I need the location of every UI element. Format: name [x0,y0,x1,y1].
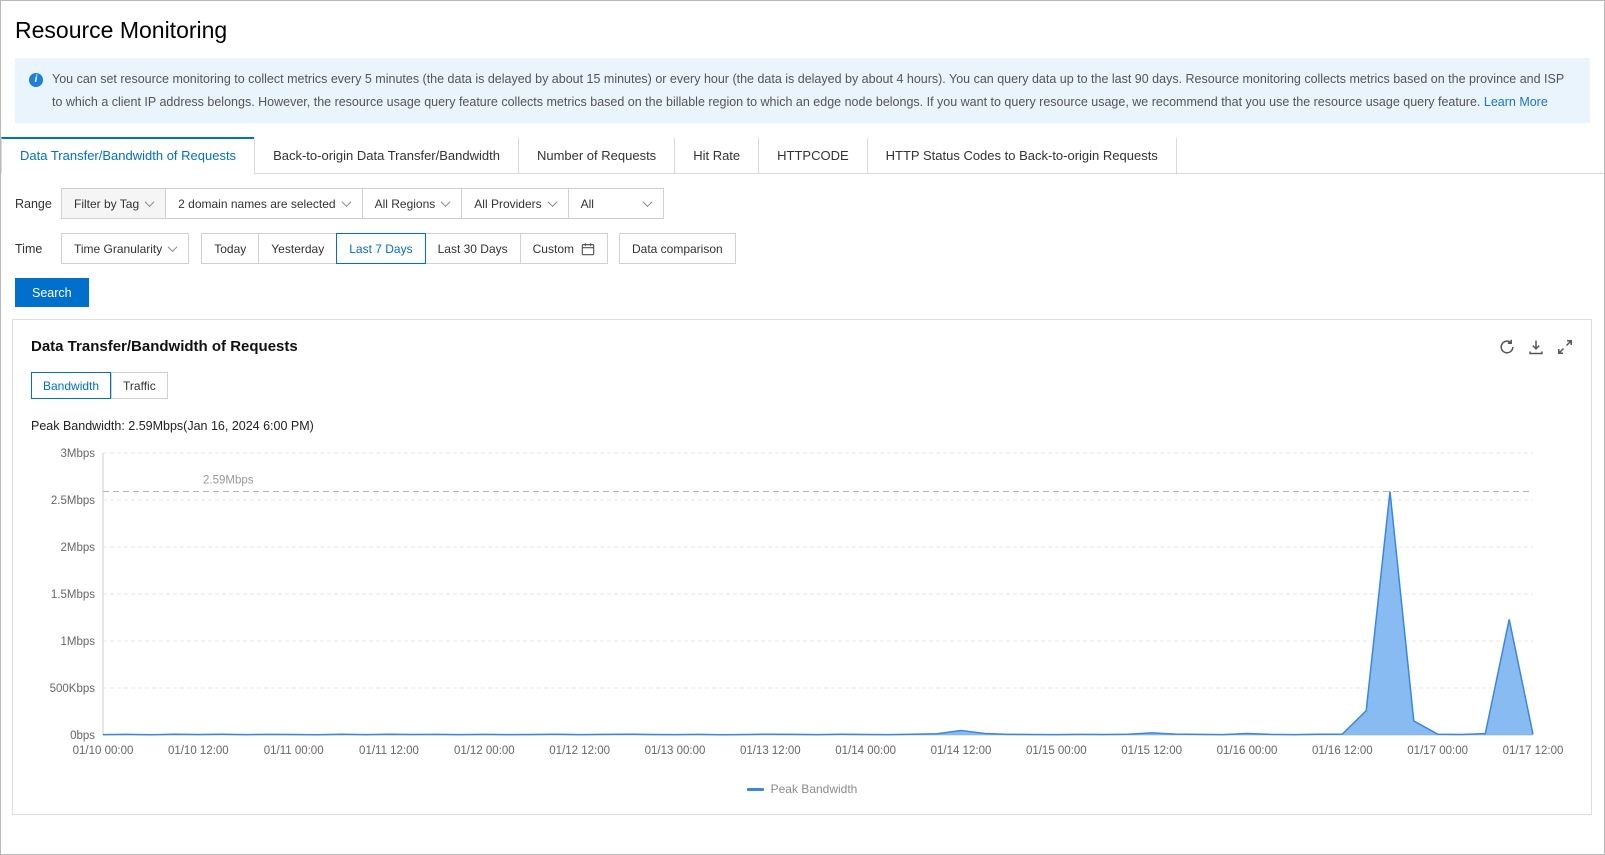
svg-text:01/10 00:00: 01/10 00:00 [73,745,134,757]
range-label: Range [15,196,52,211]
provider-select[interactable]: All Providers [461,188,569,219]
last-30-days-button[interactable]: Last 30 Days [424,233,521,264]
legend-line-marker [746,787,764,791]
page-title: Resource Monitoring [15,17,228,43]
traffic-toggle-button[interactable]: Traffic [111,372,168,399]
tab-back-to-origin[interactable]: Back-to-origin Data Transfer/Bandwidth [254,137,519,174]
data-comparison-button[interactable]: Data comparison [618,233,736,264]
time-range-segment: Today Yesterday Last 7 Days Last 30 Days Cus… [201,233,608,264]
chart-panel: Data Transfer/Bandwidth of Requests Band… [12,319,1592,815]
calendar-icon [581,242,595,255]
svg-text:01/12 00:00: 01/12 00:00 [454,745,515,757]
svg-text:01/11 12:00: 01/11 12:00 [359,745,419,757]
chevron-down-icon [144,197,155,208]
time-label: Time [15,241,43,256]
chevron-down-icon [547,197,558,208]
svg-text:01/17 00:00: 01/17 00:00 [1407,745,1468,757]
svg-text:01/15 12:00: 01/15 12:00 [1121,745,1182,757]
svg-text:01/16 00:00: 01/16 00:00 [1217,745,1278,757]
today-button[interactable]: Today [201,233,260,264]
svg-text:01/17 12:00: 01/17 12:00 [1503,745,1564,757]
chevron-down-icon [642,197,653,208]
svg-text:01/13 12:00: 01/13 12:00 [740,745,801,757]
region-select[interactable]: All Regions [361,188,463,219]
time-row: Time Time Granularity Today Yesterday Last… [1,219,1604,264]
region-select-label: All Regions [374,196,436,211]
svg-text:0bps: 0bps [70,730,95,742]
download-icon[interactable] [1528,339,1544,355]
svg-text:01/15 00:00: 01/15 00:00 [1026,745,1087,757]
range-controls: Filter by Tag 2 domain names are selected… [61,188,664,219]
svg-text:1.5Mbps: 1.5Mbps [51,589,95,601]
unit-toggle: Bandwidth Traffic [31,372,1573,399]
svg-text:01/16 12:00: 01/16 12:00 [1312,745,1373,757]
bandwidth-toggle-button[interactable]: Bandwidth [31,372,112,399]
peak-bandwidth-text: Peak Bandwidth: 2.59Mbps(Jan 16, 2024 6:… [31,419,314,433]
svg-text:2.59Mbps: 2.59Mbps [203,475,254,487]
chart-title: Data Transfer/Bandwidth of Requests [31,338,298,355]
tab-data-transfer-bandwidth[interactable]: Data Transfer/Bandwidth of Requests [1,137,256,174]
info-icon: i [29,73,43,87]
tab-httpcode[interactable]: HTTPCODE [758,137,868,174]
svg-text:01/14 12:00: 01/14 12:00 [931,745,992,757]
domain-select-label: 2 domain names are selected [178,196,336,211]
svg-text:2Mbps: 2Mbps [60,542,95,554]
svg-text:01/11 00:00: 01/11 00:00 [264,745,324,757]
tab-hit-rate[interactable]: Hit Rate [674,137,760,174]
info-banner: i You can set resource monitoring to col… [15,58,1590,123]
metric-select[interactable]: All [567,188,664,219]
tab-bar: Data Transfer/Bandwidth of Requests Back… [1,137,1604,174]
range-row: Range Filter by Tag 2 domain names are se… [1,174,1604,219]
provider-select-label: All Providers [474,196,542,211]
svg-text:01/13 00:00: 01/13 00:00 [645,745,706,757]
custom-range-button[interactable]: Custom [519,233,608,264]
chart-legend: Peak Bandwidth [31,774,1573,806]
bandwidth-chart: 0bps 500Kbps 1Mbps 1.5Mbps 2Mbps 2.5Mbps 3Mbps… [31,439,1573,774]
custom-range-label: Custom [532,241,574,256]
metric-select-label: All [580,196,594,211]
svg-text:01/14 00:00: 01/14 00:00 [835,745,896,757]
svg-text:01/12 12:00: 01/12 12:00 [549,745,610,757]
svg-text:2.5Mbps: 2.5Mbps [51,495,95,507]
chart-panel-header: Data Transfer/Bandwidth of Requests [31,338,1573,355]
tab-http-status-back-to-origin[interactable]: HTTP Status Codes to Back-to-origin Requ… [866,137,1177,174]
chevron-down-icon [440,197,451,208]
search-button[interactable]: Search [15,278,89,307]
time-granularity-label: Time Granularity [74,241,163,256]
svg-text:01/10 12:00: 01/10 12:00 [168,745,229,757]
chevron-down-icon [341,197,352,208]
refresh-icon[interactable] [1499,339,1515,355]
time-granularity-select[interactable]: Time Granularity [61,233,190,264]
resource-monitoring-page: Resource Monitoring i You can set resour… [0,0,1605,855]
legend-label: Peak Bandwidth [770,782,858,796]
banner-text: You can set resource monitoring to colle… [52,68,1576,113]
chevron-down-icon [167,242,178,253]
yesterday-button[interactable]: Yesterday [258,233,338,264]
last-7-days-button[interactable]: Last 7 Days [336,233,426,264]
tab-number-of-requests[interactable]: Number of Requests [517,137,676,174]
domain-select[interactable]: 2 domain names are selected [165,188,363,219]
chart-toolbar [1499,339,1573,355]
svg-text:3Mbps: 3Mbps [60,448,95,460]
filter-by-tag-button[interactable]: Filter by Tag [61,188,167,219]
svg-text:500Kbps: 500Kbps [50,683,96,695]
expand-icon[interactable] [1557,339,1573,355]
filter-by-tag-label: Filter by Tag [74,196,140,211]
banner-text-body: You can set resource monitoring to colle… [52,72,1564,109]
bandwidth-area-chart: 0bps 500Kbps 1Mbps 1.5Mbps 2Mbps 2.5Mbps 3Mbps… [50,448,1564,757]
svg-text:1Mbps: 1Mbps [60,636,95,648]
learn-more-link[interactable]: Learn More [1484,95,1548,109]
